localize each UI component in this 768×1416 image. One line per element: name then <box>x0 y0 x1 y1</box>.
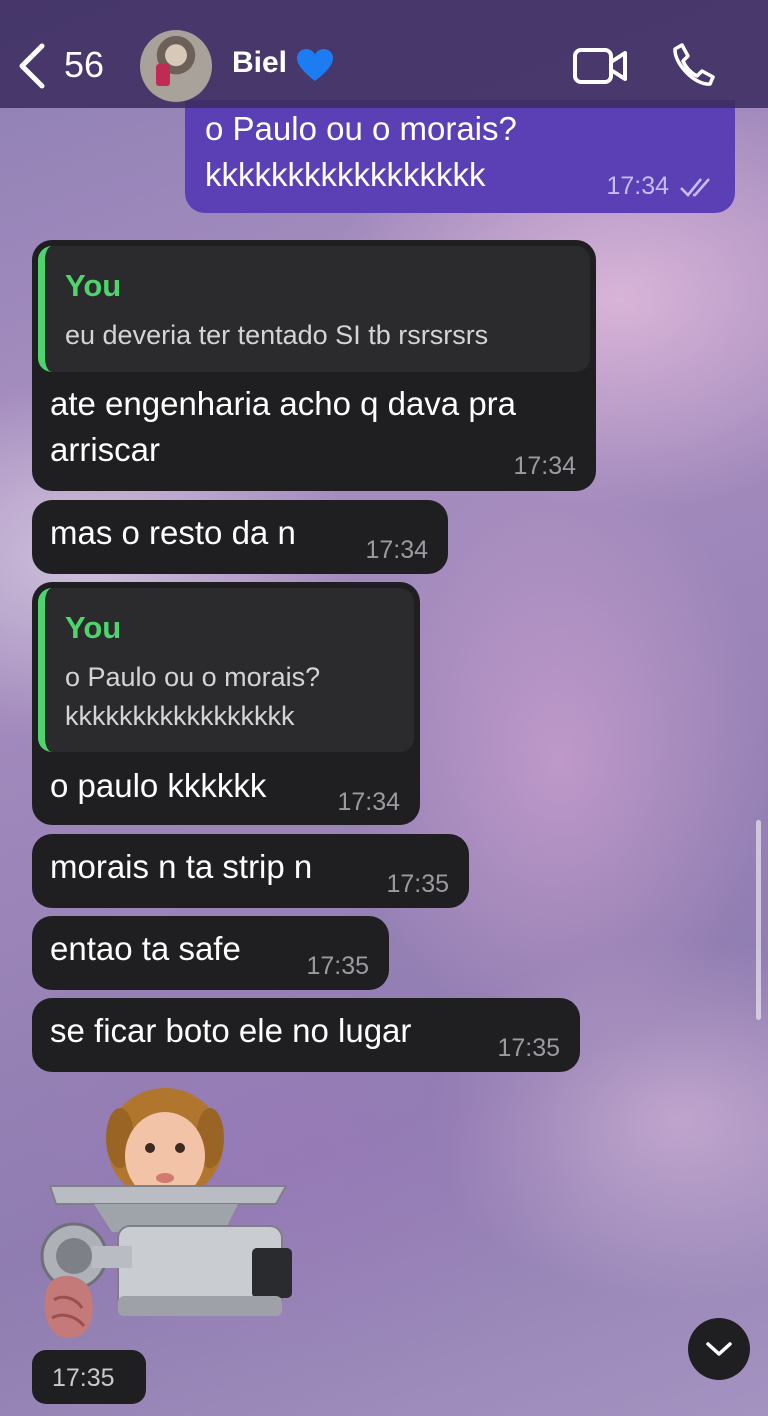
message-text: entao ta safe <box>50 930 241 967</box>
chevron-down-icon <box>706 1342 732 1356</box>
message-text: mas o resto da n <box>50 514 296 551</box>
incoming-message[interactable]: You o Paulo ou o morais? kkkkkkkkkkkkkkk… <box>32 582 420 825</box>
message-time: 17:34 <box>606 172 669 200</box>
double-check-icon <box>680 178 710 197</box>
message-time: 17:35 <box>497 1034 560 1062</box>
message-text-line: ate engenharia acho q dava pra <box>50 385 517 422</box>
blue-heart-icon <box>297 49 333 81</box>
incoming-message[interactable]: mas o resto da n 17:34 <box>32 500 448 574</box>
quote-text: o Paulo ou o morais? kkkkkkkkkkkkkkkkk <box>65 658 320 736</box>
message-text: o paulo kkkkkk <box>50 767 267 804</box>
message-time: 17:34 <box>337 788 400 816</box>
incoming-message[interactable]: You eu deveria ter tentado SI tb rsrsrsr… <box>32 240 596 491</box>
unread-count[interactable]: 56 <box>64 44 104 86</box>
message-time: 17:35 <box>386 870 449 898</box>
message-text: se ficar boto ele no lugar <box>50 1012 412 1049</box>
video-call-icon[interactable] <box>572 44 628 88</box>
quote-text: eu deveria ter tentado SI tb rsrsrsrs <box>65 320 489 350</box>
reply-quote[interactable]: You o Paulo ou o morais? kkkkkkkkkkkkkkk… <box>38 588 414 752</box>
message-time: 17:34 <box>365 536 428 564</box>
message-text-line: kkkkkkkkkkkkkkkkk <box>205 156 486 193</box>
contact-avatar[interactable] <box>140 30 212 102</box>
quote-text-line: o Paulo ou o morais? <box>65 662 321 692</box>
message-time: 17:35 <box>306 952 369 980</box>
phone-call-icon[interactable] <box>670 42 716 88</box>
message-time: 17:34 <box>513 452 576 480</box>
sticker-time-badge: 17:35 <box>32 1350 146 1404</box>
scrollbar[interactable] <box>756 820 761 1020</box>
incoming-message[interactable]: entao ta safe 17:35 <box>32 916 389 990</box>
message-time: 17:35 <box>52 1364 115 1392</box>
baby-meat-grinder-sticker[interactable] <box>32 1086 294 1342</box>
message-text: morais n ta strip n <box>50 848 313 885</box>
message-text-line: arriscar <box>50 431 161 468</box>
contact-name[interactable]: Biel <box>232 46 287 80</box>
outgoing-message[interactable]: o Paulo ou o morais? kkkkkkkkkkkkkkkkk 1… <box>185 100 735 213</box>
back-chevron-icon[interactable] <box>14 40 54 92</box>
reply-quote[interactable]: You eu deveria ter tentado SI tb rsrsrsr… <box>38 246 590 372</box>
incoming-message[interactable]: morais n ta strip n 17:35 <box>32 834 469 908</box>
quote-author: You <box>65 610 122 645</box>
chat-header: 56 Biel <box>0 0 768 108</box>
incoming-message[interactable]: se ficar boto ele no lugar 17:35 <box>32 998 580 1072</box>
message-text-line: o Paulo ou o morais? <box>205 110 517 147</box>
scroll-to-bottom-button[interactable] <box>688 1318 750 1380</box>
quote-author: You <box>65 268 122 303</box>
quote-text-line: kkkkkkkkkkkkkkkkk <box>65 701 295 731</box>
